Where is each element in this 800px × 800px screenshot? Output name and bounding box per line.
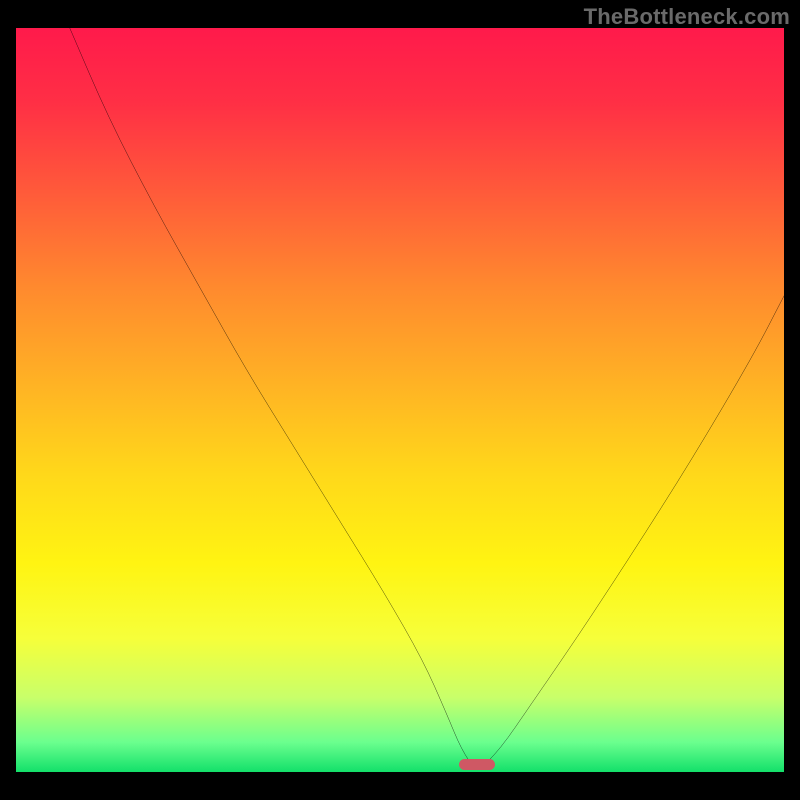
plot-area [16,28,784,772]
watermark-text: TheBottleneck.com [584,4,790,30]
chart-frame: TheBottleneck.com [0,0,800,800]
optimum-marker [459,759,495,770]
curve-path [70,28,784,766]
bottleneck-curve [16,28,784,772]
